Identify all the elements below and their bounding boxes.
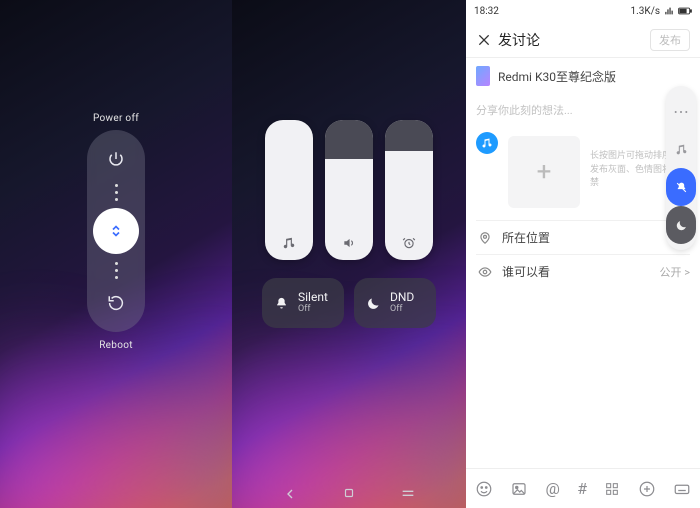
power-icon[interactable]	[99, 142, 133, 176]
nav-back-icon[interactable]	[282, 486, 298, 502]
power-slider-pill[interactable]	[87, 130, 145, 332]
mode-buttons-row: Silent Off DND Off	[262, 278, 436, 328]
at-icon[interactable]: @	[545, 479, 559, 498]
volume-sliders-row	[265, 120, 433, 260]
device-row[interactable]: Redmi K30至尊纪念版	[466, 58, 700, 94]
plus-circle-icon[interactable]	[638, 480, 656, 498]
device-name: Redmi K30至尊纪念版	[498, 68, 616, 85]
screenshot-power-menu: Power off Reboot	[0, 0, 232, 508]
nav-home-icon[interactable]	[342, 486, 356, 502]
media-area: + 长按图片可拖动排序 发布灰面、色情图将会被禁	[466, 126, 700, 220]
silent-title: Silent	[298, 291, 328, 304]
visibility-row[interactable]: 谁可以看 公开 >	[466, 255, 700, 288]
power-slider-knob[interactable]	[93, 208, 139, 254]
music-note-icon	[282, 236, 296, 250]
visibility-value: 公开 >	[660, 264, 690, 280]
visibility-label: 谁可以看	[502, 263, 550, 280]
compose-header: 发讨论 发布	[466, 22, 700, 58]
music-attachment-badge[interactable]	[476, 132, 498, 154]
hash-icon[interactable]: #	[577, 479, 587, 498]
pill-dots-top	[115, 184, 118, 201]
status-bar: 18:32 1.3K/s	[466, 0, 700, 22]
nav-bar	[232, 486, 466, 502]
moon-icon	[364, 296, 382, 311]
emoji-icon[interactable]	[475, 480, 493, 498]
signal-icon	[664, 6, 674, 16]
location-row[interactable]: 所在位置	[466, 221, 700, 254]
media-volume-slider[interactable]	[265, 120, 313, 260]
keyboard-icon[interactable]	[673, 480, 691, 498]
rail-mute-icon[interactable]	[666, 168, 696, 206]
dnd-sub: Off	[390, 305, 414, 315]
screenshot-compose-post: 18:32 1.3K/s 发讨论 发布 Redmi K30至尊纪念版 分享你此刻…	[466, 0, 700, 508]
reboot-icon[interactable]	[99, 286, 133, 320]
slider-fill	[325, 120, 373, 159]
battery-icon	[678, 7, 692, 15]
eye-icon	[476, 265, 494, 279]
dnd-mode-button[interactable]: DND Off	[354, 278, 436, 328]
alarm-icon	[402, 236, 416, 250]
nav-recents-icon[interactable]	[400, 486, 416, 502]
reboot-label: Reboot	[99, 340, 133, 351]
power-off-label: Power off	[93, 113, 139, 124]
status-time: 18:32	[474, 6, 499, 17]
device-thumb	[476, 66, 490, 86]
rail-more-icon[interactable]: ⋯	[666, 92, 696, 130]
close-icon[interactable]	[476, 32, 492, 48]
screenshot-volume-panel: Silent Off DND Off	[232, 0, 466, 508]
location-label: 所在位置	[502, 229, 550, 246]
location-icon	[476, 231, 494, 245]
rail-moon-icon[interactable]	[666, 206, 696, 244]
compose-placeholder[interactable]: 分享你此刻的想法...	[466, 94, 700, 126]
dnd-title: DND	[390, 291, 414, 304]
bell-icon	[272, 296, 290, 311]
status-net-speed: 1.3K/s	[631, 6, 660, 17]
silent-mode-button[interactable]: Silent Off	[262, 278, 344, 328]
speaker-icon	[342, 236, 356, 250]
pill-dots-bottom	[115, 262, 118, 279]
alarm-volume-slider[interactable]	[385, 120, 433, 260]
silent-sub: Off	[298, 305, 328, 315]
grid-icon[interactable]	[604, 481, 620, 497]
ring-volume-slider[interactable]	[325, 120, 373, 260]
add-media-button[interactable]: +	[508, 136, 580, 208]
slider-fill	[385, 120, 433, 151]
floating-tool-rail[interactable]: ⋯	[666, 86, 696, 250]
publish-button[interactable]: 发布	[650, 29, 690, 51]
compose-toolbar: @ #	[466, 468, 700, 508]
image-icon[interactable]	[510, 480, 528, 498]
rail-music-icon[interactable]	[666, 130, 696, 168]
page-title: 发讨论	[498, 30, 540, 50]
